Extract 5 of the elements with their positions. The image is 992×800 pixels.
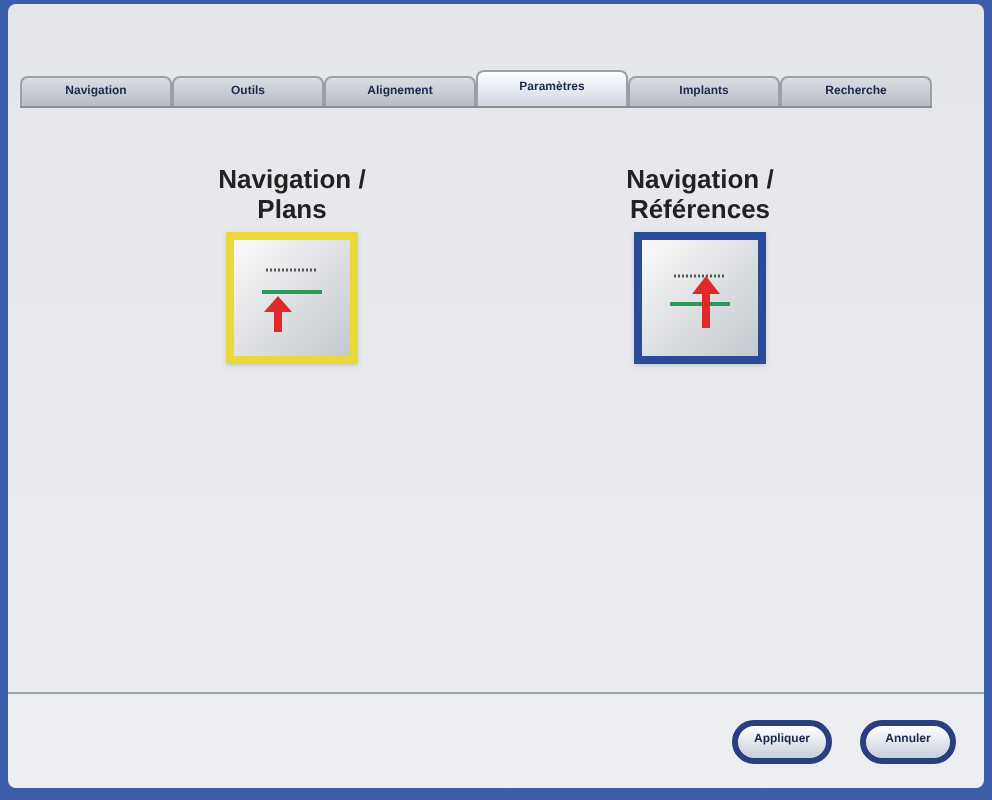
option-label: Références bbox=[629, 194, 771, 224]
option-label: Navigation / bbox=[218, 164, 366, 194]
option-label: Navigation / bbox=[626, 164, 774, 194]
option-button[interactable] bbox=[634, 232, 766, 364]
option-label: Plans bbox=[257, 194, 327, 224]
